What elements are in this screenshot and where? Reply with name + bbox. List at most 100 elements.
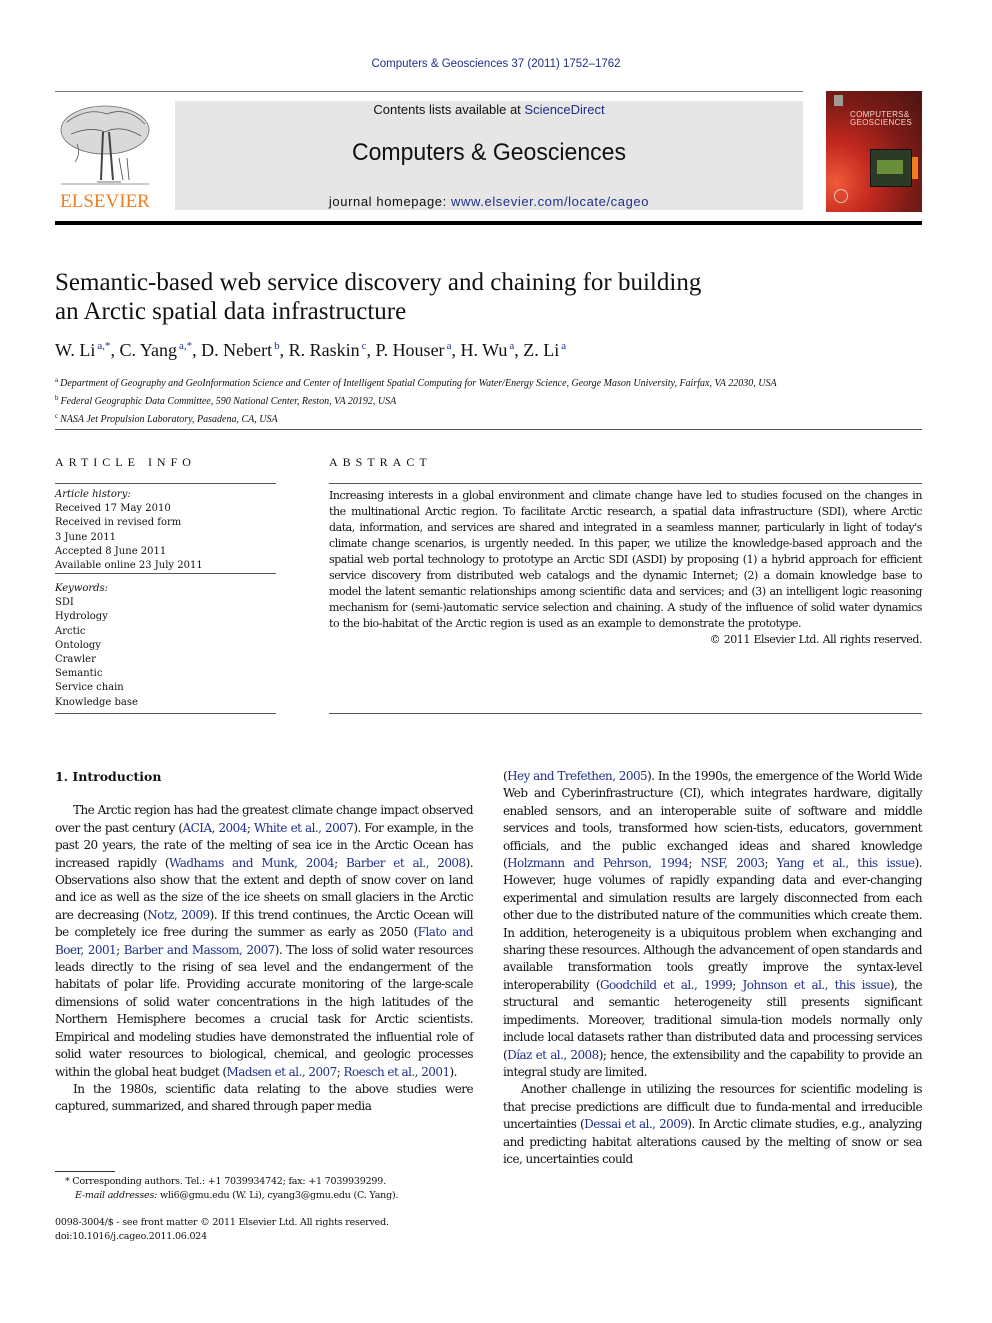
- cover-title-line2: GEOSCIENCES: [850, 118, 912, 127]
- keywords: Keywords: SDI Hydrology Arctic Ontology Craw…: [55, 582, 276, 710]
- citation-link[interactable]: Barber et al., 2008: [346, 856, 466, 870]
- homepage-prefix: journal homepage:: [328, 194, 452, 209]
- abstract: Increasing interests in a global environ…: [329, 488, 922, 648]
- history-item: 3 June 2011: [55, 531, 116, 543]
- abstract-rule-bottom: [329, 713, 922, 714]
- citation-link[interactable]: Johnson et al., this issue: [742, 978, 890, 992]
- citation-link[interactable]: NSF, 2003: [701, 856, 765, 870]
- intro-paragraph-1: The Arctic region has had the greatest c…: [55, 803, 474, 1079]
- history-item: Received in revised form: [55, 517, 182, 529]
- citation-link[interactable]: Notz, 2009: [147, 908, 210, 922]
- keyword-item: Semantic: [55, 668, 103, 680]
- homepage-link[interactable]: www.elsevier.com/locate/cageo: [451, 194, 649, 209]
- affiliations: a Department of Geography and GeoInformat…: [55, 373, 935, 427]
- title-line2: an Arctic spatial data infrastructure: [55, 298, 407, 325]
- abstract-copyright: © 2011 Elsevier Ltd. All rights reserved…: [709, 633, 923, 646]
- cover-publisher-badge: [834, 95, 843, 106]
- citation-link[interactable]: Barber and Massom, 2007: [124, 943, 276, 957]
- citation-link[interactable]: Díaz et al., 2008: [507, 1048, 599, 1062]
- affiliation-item: c NASA Jet Propulsion Laboratory, Pasaden…: [55, 409, 935, 427]
- author-name: C. Yang: [119, 340, 178, 360]
- journal-cover-image[interactable]: COMPUTERS& GEOSCIENCES: [826, 91, 922, 212]
- keyword-item: Service chain: [55, 682, 124, 694]
- history-label: Article history:: [55, 489, 131, 500]
- keyword-item: Ontology: [55, 639, 101, 651]
- author-name: Z. Li: [523, 340, 560, 360]
- history-list: Received 17 May 2010 Received in revised …: [55, 502, 276, 573]
- keyword-list: SDI Hydrology Arctic Ontology Crawler Semanti…: [55, 596, 276, 710]
- intro-paragraph-3: Another challenge in utilizing the resou…: [503, 1082, 923, 1166]
- title-line1: Semantic-based web service discovery and…: [55, 269, 702, 296]
- author-name: P. Houser: [375, 340, 445, 360]
- cover-map-image: [870, 149, 912, 187]
- elsevier-logo[interactable]: ELSEVIER: [55, 100, 155, 212]
- abstract-heading: ABSTRACT: [329, 455, 432, 469]
- running-head[interactable]: Computers & Geosciences 37 (2011) 1752–1…: [0, 58, 992, 70]
- corresponding-line: * Corresponding authors. Tel.: +1 703993…: [65, 1176, 386, 1187]
- article-history: Article history: Received 17 May 2010 Rec…: [55, 488, 276, 573]
- affiliation-mark: a: [55, 376, 59, 384]
- keywords-label: Keywords:: [55, 583, 109, 594]
- citation-link[interactable]: Roesch et al., 2001: [343, 1065, 450, 1079]
- header-rule: [55, 91, 803, 92]
- affiliation-text: Federal Geographic Data Committee, 590 N…: [60, 396, 397, 407]
- intro-paragraph-2-cont: (Hey and Trefethen, 2005). In the 1990s,…: [503, 769, 923, 1079]
- author-affiliation-mark[interactable]: a,*: [97, 340, 110, 352]
- citation-link[interactable]: ACIA, 2004: [183, 821, 248, 835]
- history-item: Accepted 8 June 2011: [55, 545, 167, 557]
- cover-seal-icon: [834, 189, 848, 203]
- keyword-item: Hydrology: [55, 611, 108, 623]
- citation-link[interactable]: Dessai et al., 2009: [584, 1117, 688, 1131]
- section-heading-introduction: 1. Introduction: [55, 769, 162, 784]
- citation-link[interactable]: Holzmann and Pehrson, 1994: [507, 856, 689, 870]
- author-affiliation-mark[interactable]: a: [561, 340, 566, 352]
- article-info-rule-bottom: [55, 713, 276, 714]
- affiliation-item: a Department of Geography and GeoInformat…: [55, 373, 935, 391]
- elsevier-wordmark: ELSEVIER: [60, 191, 150, 212]
- history-item: Available online 23 July 2011: [55, 560, 203, 572]
- elsevier-tree-icon: [60, 105, 150, 185]
- citation-link[interactable]: Goodchild et al., 1999: [600, 978, 733, 992]
- author-affiliation-mark[interactable]: a,*: [179, 340, 192, 352]
- author-name: W. Li: [55, 340, 96, 360]
- corresponding-author-footnote: * Corresponding authors. Tel.: +1 703993…: [55, 1175, 475, 1203]
- email-addresses[interactable]: wli6@gmu.edu (W. Li), cyang3@gmu.edu (C.…: [157, 1190, 399, 1201]
- author-affiliation-mark[interactable]: a: [447, 340, 452, 352]
- citation-link[interactable]: Hey and Trefethen, 2005: [507, 769, 648, 783]
- author-name: R. Raskin: [288, 340, 360, 360]
- cover-title: COMPUTERS& GEOSCIENCES: [850, 111, 912, 127]
- author-name: D. Nebert: [201, 340, 273, 360]
- email-label: E-mail addresses:: [75, 1190, 158, 1201]
- front-matter: 0098-3004/$ - see front matter © 2011 El…: [55, 1216, 475, 1244]
- journal-banner: Contents lists available at ScienceDirec…: [175, 101, 803, 210]
- keyword-item: SDI: [55, 597, 74, 609]
- affiliation-mark: c: [55, 412, 59, 420]
- footnote-rule: [55, 1171, 115, 1172]
- intro-paragraph-2-start: In the 1980s, scientific data relating t…: [55, 1081, 474, 1114]
- homepage-line: journal homepage: www.elsevier.com/locat…: [175, 194, 803, 209]
- cover-accent-strip: [912, 157, 918, 179]
- author-list: W. Li a,*, C. Yang a,*, D. Nebert b, R. Ras…: [55, 340, 567, 360]
- keyword-item: Arctic: [55, 625, 86, 637]
- author-affiliation-mark[interactable]: a: [509, 340, 514, 352]
- contents-prefix: Contents lists available at: [373, 102, 525, 117]
- sciencedirect-link[interactable]: ScienceDirect: [524, 102, 604, 117]
- abstract-text: Increasing interests in a global environ…: [329, 489, 922, 630]
- doi-line[interactable]: doi:10.1016/j.cageo.2011.06.024: [55, 1230, 475, 1244]
- author-affiliation-mark[interactable]: b: [274, 340, 280, 352]
- article-info-rule-mid: [55, 573, 276, 574]
- citation-link[interactable]: White et al., 2007: [254, 821, 354, 835]
- affiliation-text: NASA Jet Propulsion Laboratory, Pasadena…: [60, 414, 278, 425]
- history-item: Received 17 May 2010: [55, 503, 171, 515]
- citation-link[interactable]: Wadhams and Munk, 2004: [169, 856, 335, 870]
- article-info-heading: ARTICLE INFO: [55, 455, 196, 469]
- abstract-rule-top: [329, 483, 922, 484]
- citation-link[interactable]: Madsen et al., 2007: [227, 1065, 338, 1079]
- affiliation-item: b Federal Geographic Data Committee, 590 …: [55, 391, 935, 409]
- citation-link[interactable]: Yang et al., this issue: [777, 856, 915, 870]
- body-column-left: 1. Introduction The Arctic region has ha…: [55, 768, 474, 1116]
- article-info-rule-top: [55, 483, 276, 484]
- author-affiliation-mark[interactable]: c: [362, 340, 367, 352]
- keyword-item: Crawler: [55, 654, 96, 666]
- issn-line: 0098-3004/$ - see front matter © 2011 El…: [55, 1217, 389, 1228]
